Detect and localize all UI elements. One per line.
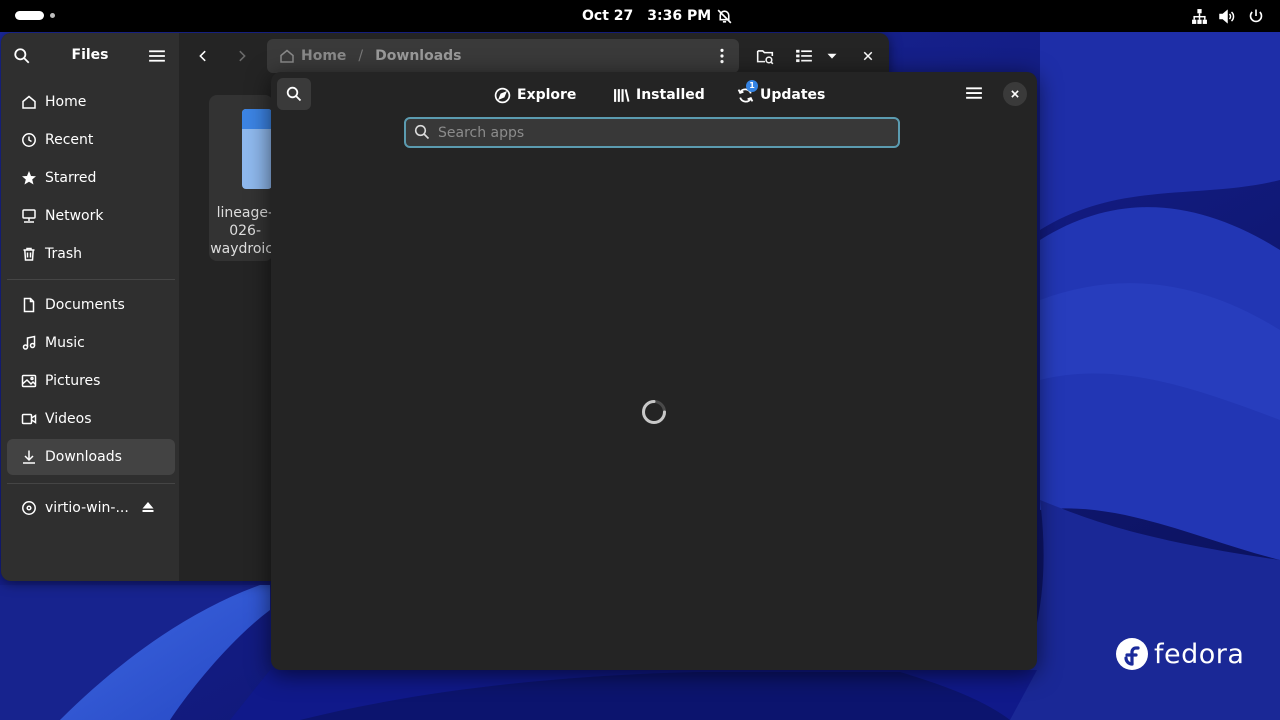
sidebar-header: Files bbox=[1, 33, 179, 79]
close-icon bbox=[1011, 90, 1019, 98]
sidebar-separator bbox=[7, 483, 175, 484]
music-icon bbox=[20, 334, 38, 352]
software-header: Explore Installed 1 Updates bbox=[271, 72, 1037, 118]
path-home-segment[interactable]: Home bbox=[279, 48, 346, 64]
folder-search-icon bbox=[756, 50, 774, 65]
updates-badge: 1 bbox=[746, 80, 758, 92]
home-icon bbox=[280, 49, 294, 63]
search-icon bbox=[414, 124, 432, 142]
tab-updates[interactable]: 1 Updates bbox=[736, 80, 826, 108]
view-options-dropdown[interactable] bbox=[821, 45, 843, 67]
compass-icon bbox=[493, 86, 511, 104]
sidebar-item-network[interactable]: Network bbox=[7, 198, 175, 234]
file-item[interactable]: lineage- 026- waydroic bbox=[209, 95, 273, 261]
chevron-right-icon bbox=[239, 50, 246, 62]
back-button[interactable] bbox=[192, 45, 214, 67]
library-icon bbox=[612, 86, 630, 104]
workspace-dot bbox=[50, 13, 55, 18]
files-sidebar: Files Home Recent Starred Network Trash bbox=[1, 33, 179, 581]
view-list-button[interactable] bbox=[793, 45, 815, 67]
fedora-logo: fedora bbox=[1116, 637, 1244, 671]
pictures-icon bbox=[20, 372, 38, 390]
tab-installed[interactable]: Installed bbox=[612, 82, 705, 108]
path-current-segment[interactable]: Downloads bbox=[375, 48, 461, 64]
sidebar-item-starred[interactable]: Starred bbox=[7, 160, 175, 196]
documents-icon bbox=[20, 296, 38, 314]
forward-button[interactable] bbox=[231, 45, 253, 67]
hamburger-menu-icon[interactable] bbox=[965, 84, 985, 104]
sidebar-item-music[interactable]: Music bbox=[7, 325, 175, 361]
chevron-down-icon bbox=[827, 53, 837, 59]
workspace-active-pill bbox=[15, 11, 44, 20]
sidebar-item-pictures[interactable]: Pictures bbox=[7, 363, 175, 399]
top-bar: Oct 27 3:36 PM bbox=[0, 0, 1280, 32]
search-folder-button[interactable] bbox=[754, 45, 776, 67]
sidebar-item-documents[interactable]: Documents bbox=[7, 287, 175, 323]
clock-icon bbox=[20, 131, 38, 149]
download-icon bbox=[20, 448, 38, 466]
close-icon bbox=[863, 51, 873, 61]
loading-spinner bbox=[642, 400, 666, 424]
sidebar-item-label: Documents bbox=[45, 297, 125, 313]
path-home-label: Home bbox=[301, 48, 347, 64]
search-icon bbox=[286, 86, 302, 102]
notifications-off-icon bbox=[715, 7, 733, 25]
software-window: Explore Installed 1 Updates bbox=[271, 72, 1037, 670]
sidebar-item-trash[interactable]: Trash bbox=[7, 236, 175, 272]
sidebar-separator bbox=[7, 279, 175, 280]
volume-icon[interactable] bbox=[1218, 7, 1236, 25]
sidebar-item-virtio-disc[interactable]: virtio-win-... bbox=[7, 490, 175, 526]
hamburger-menu-icon[interactable] bbox=[148, 47, 168, 67]
search-apps-field bbox=[404, 117, 900, 148]
sidebar-item-label: Music bbox=[45, 335, 85, 351]
fedora-logo-icon bbox=[1116, 638, 1148, 670]
sidebar-item-downloads[interactable]: Downloads bbox=[7, 439, 175, 475]
disc-icon bbox=[20, 499, 38, 517]
sidebar-item-label: Videos bbox=[45, 411, 92, 427]
search-toggle-button[interactable] bbox=[277, 78, 311, 110]
path-bar: Home / Downloads bbox=[267, 39, 739, 73]
power-icon[interactable] bbox=[1247, 7, 1265, 25]
network-icon bbox=[20, 207, 38, 225]
network-wired-icon[interactable] bbox=[1190, 7, 1208, 25]
tab-explore[interactable]: Explore bbox=[493, 82, 576, 108]
fedora-logo-text: fedora bbox=[1154, 638, 1245, 670]
chevron-left-icon bbox=[199, 50, 206, 62]
search-apps-input[interactable] bbox=[436, 123, 898, 142]
files-close-button[interactable] bbox=[857, 45, 879, 67]
sidebar-item-label: Home bbox=[45, 94, 87, 110]
star-icon bbox=[20, 169, 38, 187]
path-separator: / bbox=[358, 48, 364, 64]
time-label: 3:36 PM bbox=[647, 8, 712, 24]
home-icon bbox=[20, 93, 38, 111]
more-options-icon[interactable] bbox=[713, 47, 731, 65]
file-name: lineage- 026- waydroic bbox=[210, 205, 273, 257]
sidebar-item-label: Network bbox=[45, 208, 104, 224]
activities-indicator[interactable] bbox=[15, 11, 55, 20]
sidebar-item-recent[interactable]: Recent bbox=[7, 122, 175, 158]
sidebar-item-label: Trash bbox=[45, 246, 82, 262]
tab-label: Updates bbox=[760, 87, 826, 103]
date-label: Oct 27 bbox=[582, 8, 634, 24]
sidebar-item-label: Pictures bbox=[45, 373, 101, 389]
sidebar-item-label: Starred bbox=[45, 170, 97, 186]
tab-label: Installed bbox=[636, 87, 705, 103]
software-close-button[interactable] bbox=[1003, 82, 1027, 106]
sidebar-item-label: Recent bbox=[45, 132, 94, 148]
refresh-icon: 1 bbox=[736, 80, 758, 104]
list-view-icon bbox=[796, 49, 812, 63]
trash-icon bbox=[20, 245, 38, 263]
sidebar-item-home[interactable]: Home bbox=[7, 84, 175, 120]
eject-icon[interactable] bbox=[140, 499, 158, 517]
videos-icon bbox=[20, 410, 38, 428]
sidebar-item-label: virtio-win-... bbox=[45, 500, 129, 516]
archive-file-icon bbox=[242, 109, 272, 189]
clock-button[interactable]: Oct 27 3:36 PM bbox=[582, 7, 711, 25]
sidebar-item-videos[interactable]: Videos bbox=[7, 401, 175, 437]
tab-label: Explore bbox=[517, 87, 577, 103]
sidebar-item-label: Downloads bbox=[45, 449, 122, 465]
